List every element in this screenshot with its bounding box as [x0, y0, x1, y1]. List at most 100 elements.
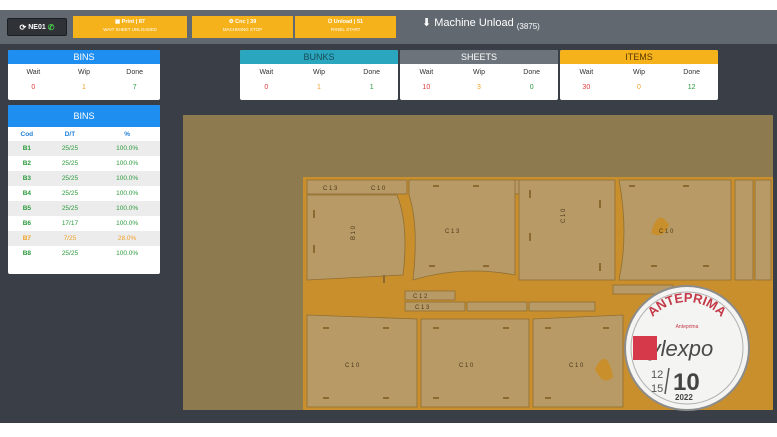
app-window: ⟳ NE01 ✆ ▦ Print | 87 WAIT SHEET UNLOADE…	[0, 10, 777, 423]
bin-code: B8	[22, 250, 31, 257]
sheets-wip-value: 3	[477, 84, 481, 91]
items-summary-card: ITEMS Wait Wip Done 30 0 12	[560, 50, 718, 100]
items-done-value: 12	[687, 84, 696, 91]
part-label: C 1 0	[459, 363, 474, 369]
bin-count: 25/25	[45, 201, 95, 216]
bunks-summary-card: BUNKS Wait Wip Done 0 1 1	[240, 50, 398, 100]
bin-count: 25/25	[45, 141, 95, 156]
print-status-label: Print | 87	[121, 19, 145, 25]
machine-select-button[interactable]: ⟳ NE01 ✆	[7, 18, 67, 36]
part-label: C 1 2	[413, 294, 428, 300]
print-status-button[interactable]: ▦ Print | 87 WAIT SHEET UNLOADED	[73, 16, 187, 38]
sheets-summary-title: SHEETS	[400, 50, 558, 64]
part-strip[interactable]	[404, 301, 466, 312]
part-label: C 1 3	[323, 186, 338, 192]
bin-count: 17/17	[61, 220, 79, 227]
part-strip[interactable]	[734, 179, 754, 281]
bin-count: 25/25	[61, 160, 79, 167]
bin-code: B2	[22, 160, 31, 167]
table-row[interactable]: B4 25/25 100.0%	[8, 186, 160, 201]
bin-code: B5	[8, 201, 46, 216]
part-label: B 1 0	[351, 225, 357, 240]
table-row[interactable]: B1 25/25 100.0%	[8, 141, 160, 156]
table-row[interactable]: B5 25/25 100.0%	[8, 201, 160, 216]
part-label: C 1 0	[659, 229, 674, 235]
table-row[interactable]: B8 25/25 100.0%	[8, 246, 160, 261]
wip-label: Wip	[77, 69, 91, 76]
part-panel[interactable]	[618, 179, 732, 281]
done-label: Done	[363, 69, 380, 76]
bins-summary-card: BINS Wait Wip Done 0 1 7	[8, 50, 160, 100]
bin-code: B1	[8, 141, 46, 156]
bin-count: 7/25	[45, 231, 95, 246]
column-header-dt[interactable]: D/T	[46, 127, 95, 141]
sheets-done-value: 0	[529, 84, 534, 91]
done-label: Done	[126, 69, 143, 76]
stamp-year: 2022	[675, 393, 693, 402]
stamp-sub-text: Anteprima	[676, 324, 699, 330]
download-icon: ⬇	[422, 17, 432, 29]
print-icon: ▦	[115, 19, 122, 25]
page-title-text: Machine Unload	[434, 16, 514, 29]
bunks-wait-value: 0	[264, 84, 269, 91]
part-label: C 1 0	[569, 363, 584, 369]
part-strip[interactable]	[306, 179, 408, 195]
stamp-day: 10	[673, 369, 700, 396]
table-row[interactable]: B3 25/25 100.0%	[8, 171, 160, 186]
wip-label: Wip	[472, 69, 486, 76]
cnc-status-button[interactable]: ⚙ Cnc | 39 MACHINING STOP	[192, 16, 293, 38]
items-summary-title: ITEMS	[560, 50, 718, 64]
stamp-date-start: 12	[651, 369, 663, 381]
bin-count: 25/25	[61, 190, 79, 197]
xylexpo-x-icon	[633, 336, 657, 360]
bunks-summary-title: BUNKS	[240, 50, 398, 64]
wait-label: Wait	[419, 69, 434, 76]
unload-status-sub: PANEL START	[330, 27, 361, 32]
part-label: C 1 3	[445, 229, 460, 235]
part-strip[interactable]	[754, 179, 772, 281]
bin-code: B4	[22, 190, 31, 197]
bins-list-title: BINS	[8, 105, 160, 127]
column-header-pct[interactable]: %	[94, 127, 160, 141]
part-label: C 1 0	[345, 363, 360, 369]
bins-table: Cod D/T % B1 25/25 100.0% B2 25/25 100.0…	[8, 127, 160, 261]
top-toolbar: ⟳ NE01 ✆ ▦ Print | 87 WAIT SHEET UNLOADE…	[0, 10, 777, 44]
items-wait-value: 30	[582, 84, 591, 91]
table-row[interactable]: B7 7/25 28.0%	[8, 231, 160, 246]
wait-label: Wait	[26, 69, 41, 76]
part-label: C 1 3	[415, 305, 430, 311]
table-row[interactable]: B6 17/17 100.0%	[8, 216, 160, 231]
page-title: ⬇ Machine Unload (3875)	[422, 16, 540, 32]
done-label: Done	[683, 69, 700, 76]
bin-percent: 100.0%	[94, 141, 160, 156]
part-panel[interactable]	[420, 318, 530, 408]
bin-percent: 100.0%	[116, 220, 139, 227]
bins-done-value: 7	[132, 84, 137, 91]
bin-count: 25/25	[45, 171, 95, 186]
refresh-icon: ⟳	[19, 22, 27, 32]
table-row[interactable]: B2 25/25 100.0%	[8, 156, 160, 171]
items-wip-value: 0	[637, 84, 641, 91]
unload-status-button[interactable]: ⏻ Unload | 51 PANEL START	[295, 16, 396, 38]
column-header-cod[interactable]: Cod	[8, 127, 46, 141]
bin-percent: 100.0%	[94, 171, 160, 186]
bin-percent: 100.0%	[94, 201, 160, 216]
bin-percent: 28.0%	[94, 231, 160, 246]
part-panel[interactable]	[408, 179, 516, 281]
bins-wip-value: 1	[82, 84, 86, 91]
bins-list-card: BINS Cod D/T % B1 25/25 100.0% B2 25/25	[8, 105, 160, 274]
done-label: Done	[523, 69, 540, 76]
part-strip[interactable]	[466, 301, 528, 312]
unload-status-label: Unload | 51	[333, 19, 364, 25]
part-strip[interactable]	[528, 301, 596, 312]
part-label: C 1 0	[561, 208, 567, 223]
bin-percent: 100.0%	[116, 190, 139, 197]
cnc-status-label: Cnc | 39	[235, 19, 257, 25]
bin-code: B7	[8, 231, 46, 246]
phone-icon: ✆	[47, 22, 55, 32]
bunks-done-value: 1	[369, 84, 374, 91]
bunks-wip-value: 1	[317, 84, 321, 91]
wait-label: Wait	[579, 69, 594, 76]
print-status-sub: WAIT SHEET UNLOADED	[103, 27, 157, 32]
stamp-date-end: 15	[651, 383, 663, 395]
